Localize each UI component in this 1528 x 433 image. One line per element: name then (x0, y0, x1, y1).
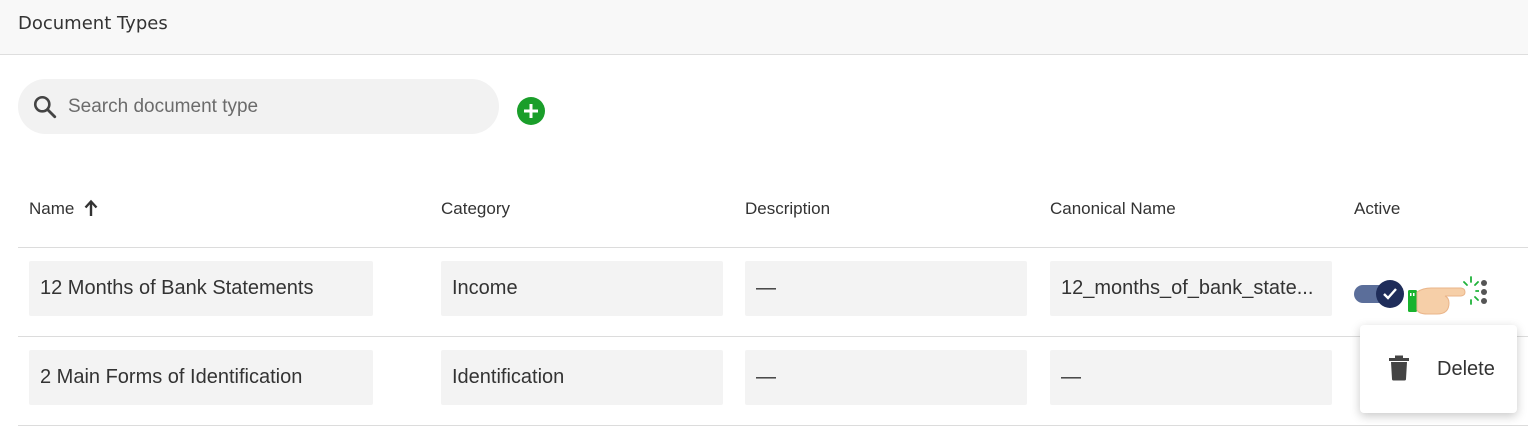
column-header-category[interactable]: Category (441, 199, 510, 219)
search-box[interactable] (18, 79, 499, 134)
toggle-knob (1376, 280, 1404, 308)
category-field[interactable]: Income (441, 261, 723, 316)
description-field[interactable]: — (745, 350, 1027, 405)
row-context-menu: Delete (1360, 325, 1517, 413)
table-divider (18, 425, 1528, 426)
name-field[interactable]: 2 Main Forms of Identification (29, 350, 373, 405)
search-icon (33, 95, 57, 119)
search-input[interactable] (68, 79, 488, 134)
delete-menu-label: Delete (1437, 358, 1495, 380)
page-title: Document Types (18, 13, 168, 34)
check-icon (1383, 288, 1397, 300)
active-toggle[interactable] (1354, 280, 1404, 310)
plus-circle-icon (524, 104, 538, 118)
category-field[interactable]: Identification (441, 350, 723, 405)
column-header-description[interactable]: Description (745, 199, 830, 219)
column-header-canonical-name[interactable]: Canonical Name (1050, 199, 1176, 219)
name-field[interactable]: 12 Months of Bank Statements (29, 261, 373, 316)
column-header-active[interactable]: Active (1354, 199, 1400, 219)
canonical-name-field[interactable]: — (1050, 350, 1332, 405)
more-vertical-icon[interactable] (1478, 279, 1490, 305)
add-document-type-button[interactable] (517, 97, 545, 125)
table-divider (18, 336, 1528, 337)
arrow-up-icon[interactable] (84, 199, 98, 217)
trash-icon (1389, 355, 1409, 381)
page-header: Document Types (0, 0, 1528, 55)
table-divider (18, 247, 1528, 248)
description-field[interactable]: — (745, 261, 1027, 316)
hand-pointer-icon (1408, 276, 1479, 315)
column-header-name[interactable]: Name (29, 199, 74, 219)
canonical-name-field[interactable]: 12_months_of_bank_state... (1050, 261, 1332, 316)
